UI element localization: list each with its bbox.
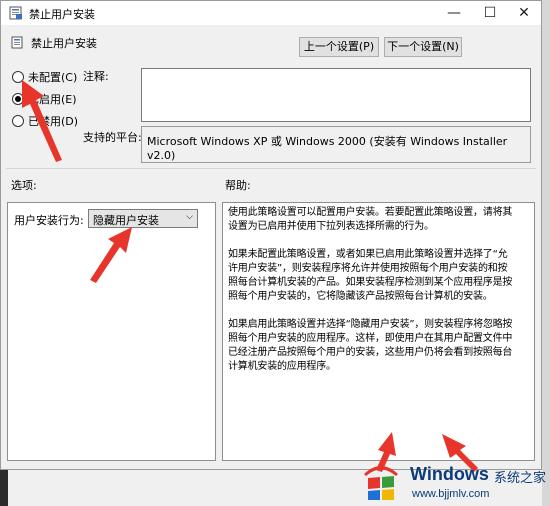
watermark: Windows 系统之家 www.bjjmlv.com (356, 456, 550, 506)
comment-field[interactable] (141, 68, 531, 122)
next-setting-button[interactable]: 下一个设置(N) (384, 37, 462, 57)
watermark-url: www.bjjmlv.com (412, 488, 490, 500)
close-button[interactable]: ✕ (507, 1, 541, 25)
background-right (542, 0, 550, 506)
help-paragraph: 如果启用此策略设置并选择“隐藏用户安装”，则安装程序将忽略按照每个用户安装的应用… (228, 319, 513, 372)
help-paragraph: 使用此策略设置可以配置用户安装。若要配置此策略设置，请将其设置为已启用并使用下拉… (228, 207, 513, 232)
help-pane[interactable]: 使用此策略设置可以配置用户安装。若要配置此策略设置，请将其设置为已启用并使用下拉… (222, 202, 535, 461)
help-label: 帮助: (225, 179, 251, 192)
help-paragraph: 如果未配置此策略设置，或者如果已启用此策略设置并选择了“允许用户安装”，则安装程… (228, 249, 513, 302)
watermark-site-name: 系统之家 (494, 471, 547, 486)
policy-dialog: 禁止用户安装 — ☐ ✕ 禁止用户安装 上一个设置(P) 下一个设置(N) 未配… (0, 0, 542, 470)
policy-icon (9, 6, 22, 20)
title-bar[interactable]: 禁止用户安装 — ☐ ✕ (1, 1, 541, 25)
windows-logo-icon (364, 466, 398, 500)
watermark-brand: Windows (410, 464, 489, 484)
divider (6, 168, 536, 169)
maximize-button[interactable]: ☐ (473, 1, 507, 25)
chevron-down-icon: ⌵ (186, 212, 193, 222)
setting-icon (11, 36, 23, 49)
annotation-arrow-dropdown (90, 227, 132, 283)
platform-label: 支持的平台: (83, 131, 142, 144)
annotation-arrow-enabled (22, 80, 62, 162)
previous-setting-button[interactable]: 上一个设置(P) (299, 37, 379, 57)
window-title: 禁止用户安装 (29, 8, 95, 21)
platform-field: Microsoft Windows XP 或 Windows 2000 (安装有… (141, 126, 531, 163)
platform-value: Microsoft Windows XP 或 Windows 2000 (安装有… (147, 135, 508, 162)
minimize-button[interactable]: — (437, 1, 471, 25)
options-label: 选项: (11, 179, 37, 192)
comment-label: 注释: (83, 70, 109, 83)
install-behavior-label: 用户安装行为: (14, 214, 84, 227)
policy-name: 禁止用户安装 (31, 37, 97, 50)
